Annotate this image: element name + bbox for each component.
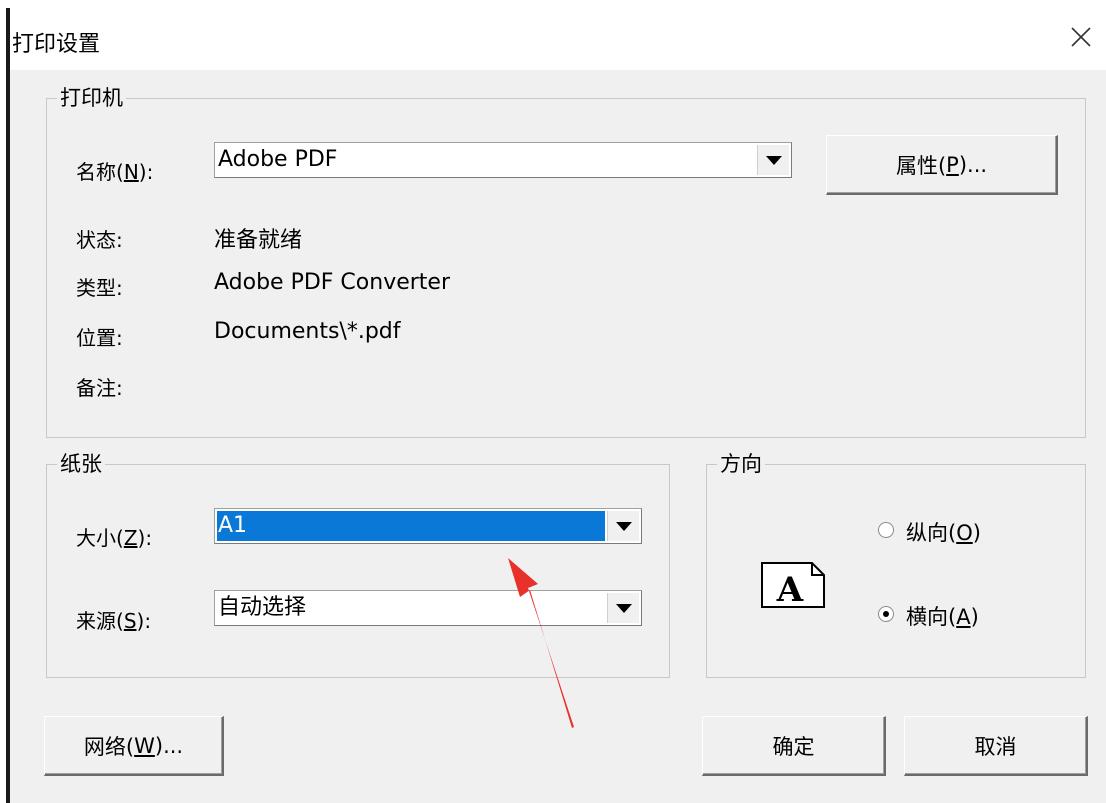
- dialog-title: 打印设置: [12, 32, 101, 57]
- landscape-radio[interactable]: [878, 606, 894, 622]
- type-label: 类型:: [76, 276, 123, 300]
- paper-size-label: 大小(Z):: [76, 526, 153, 550]
- status-label: 状态:: [76, 228, 123, 252]
- chevron-down-icon[interactable]: [607, 511, 639, 541]
- paper-group: 纸张: [46, 451, 670, 678]
- svg-text:A: A: [776, 570, 804, 609]
- paper-source-label: 来源(S):: [76, 609, 152, 633]
- paper-size-select[interactable]: A1: [214, 508, 642, 544]
- chevron-down-icon[interactable]: [607, 593, 639, 623]
- paper-group-label: 纸张: [57, 451, 105, 477]
- type-value: Adobe PDF Converter: [214, 270, 451, 295]
- close-icon: [1071, 27, 1091, 47]
- paper-source-value: 自动选择: [218, 595, 307, 620]
- chevron-down-icon[interactable]: [757, 145, 789, 175]
- ok-button[interactable]: 确定: [702, 716, 886, 776]
- printer-name-value: Adobe PDF: [218, 147, 338, 172]
- location-label: 位置:: [76, 326, 123, 350]
- landscape-radio-label[interactable]: 横向(A): [906, 601, 979, 631]
- printer-group-label: 打印机: [57, 85, 126, 111]
- status-value: 准备就绪: [214, 228, 303, 253]
- portrait-radio-label[interactable]: 纵向(O): [906, 517, 981, 547]
- title-bar: 打印设置: [10, 8, 1106, 70]
- orientation-group-label: 方向: [717, 451, 765, 477]
- portrait-radio[interactable]: [878, 522, 894, 538]
- network-button[interactable]: 网络(W)...: [44, 716, 224, 776]
- printer-name-select[interactable]: Adobe PDF: [214, 142, 792, 178]
- page-orientation-icon: A: [760, 561, 828, 613]
- close-button[interactable]: [1066, 22, 1096, 52]
- paper-size-value: A1: [218, 513, 248, 538]
- print-setup-dialog: 打印设置 打印机 名称(N): Adobe PDF 属性(P)... 状态: 准…: [6, 8, 1106, 803]
- printer-name-label: 名称(N):: [76, 160, 154, 184]
- cancel-button[interactable]: 取消: [904, 716, 1088, 776]
- paper-source-select[interactable]: 自动选择: [214, 590, 642, 626]
- comment-label: 备注:: [76, 376, 123, 400]
- location-value: Documents\*.pdf: [214, 319, 401, 344]
- properties-button[interactable]: 属性(P)...: [826, 135, 1058, 195]
